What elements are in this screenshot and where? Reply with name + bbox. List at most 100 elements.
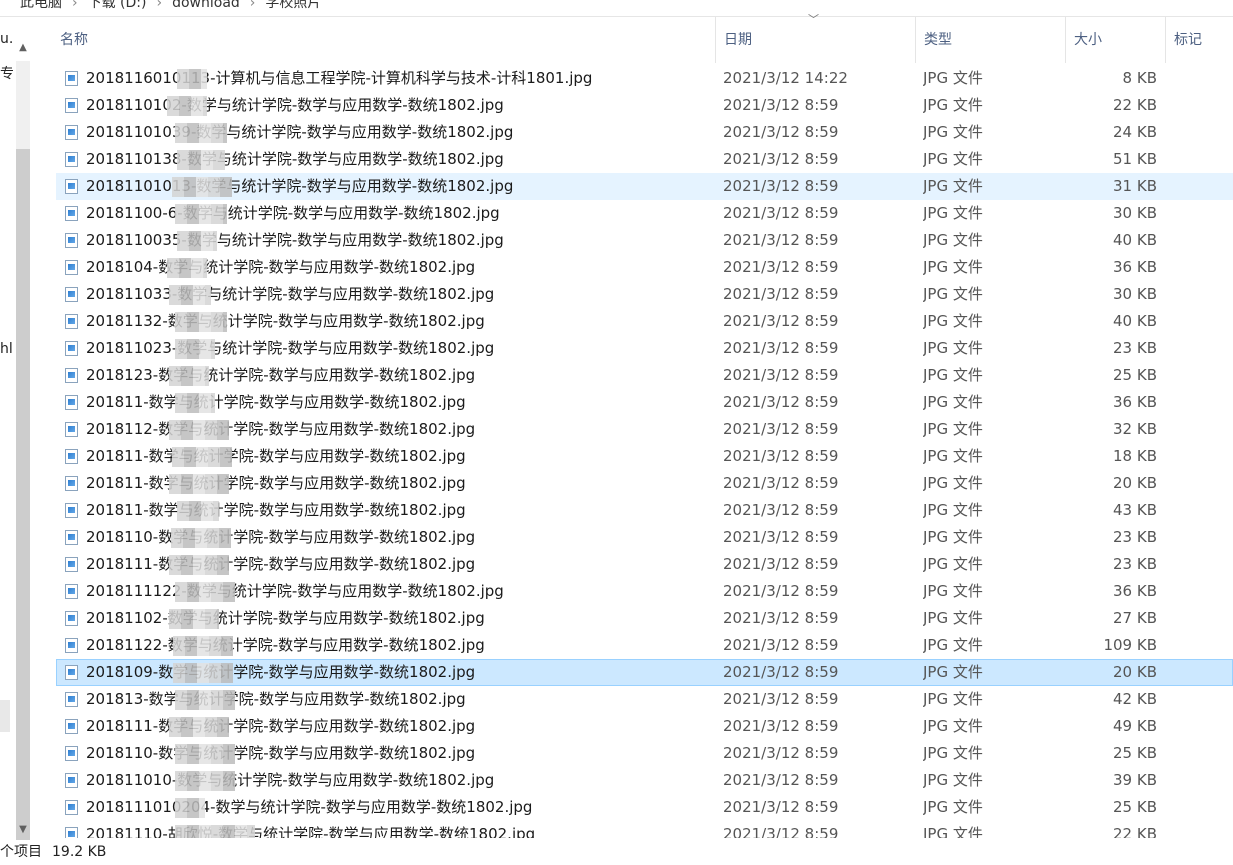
column-header-name[interactable]: 名称 bbox=[52, 17, 716, 63]
breadcrumb-item[interactable]: 下载 (D:) bbox=[88, 0, 147, 11]
image-file-icon bbox=[65, 287, 78, 302]
privacy-mosaic bbox=[177, 69, 207, 89]
image-file-icon bbox=[65, 233, 78, 248]
image-file-icon bbox=[65, 98, 78, 113]
file-type: JPG 文件 bbox=[923, 312, 983, 330]
column-header-type[interactable]: 类型 bbox=[916, 17, 1066, 63]
file-row[interactable]: 2018109-数学与统计学院-数学与应用数学-数统1802.jpg 2021/3… bbox=[56, 659, 1233, 686]
file-row[interactable]: 201811010-数学与统计学院-数学与应用数学-数统1802.jpg 2021… bbox=[56, 767, 1233, 794]
file-date: 2021/3/12 8:59 bbox=[723, 744, 839, 762]
file-row[interactable]: 2018110-数学与统计学院-数学与应用数学-数统1802.jpg 2021/3… bbox=[56, 740, 1233, 767]
file-row[interactable]: 201813-数学与统计学院-数学与应用数学-数统1802.jpg 2021/3/… bbox=[56, 686, 1233, 713]
file-size: 22 KB bbox=[1113, 96, 1157, 114]
file-row[interactable]: 2018110102-数学与统计学院-数学与应用数学-数统1802.jpg 202… bbox=[56, 92, 1233, 119]
file-size: 25 KB bbox=[1113, 366, 1157, 384]
file-row[interactable]: 201811-数学与统计学院-数学与应用数学-数统1802.jpg 2021/3/… bbox=[56, 497, 1233, 524]
file-size: 42 KB bbox=[1113, 690, 1157, 708]
file-date: 2021/3/12 8:59 bbox=[723, 339, 839, 357]
file-row[interactable]: 20181100-6-数学与统计学院-数学与应用数学-数统1802.jpg 202… bbox=[56, 200, 1233, 227]
file-row[interactable]: 2018110-数学与统计学院-数学与应用数学-数统1802.jpg 2021/3… bbox=[56, 524, 1233, 551]
file-row[interactable]: 2018111-数学与统计学院-数学与应用数学-数统1802.jpg 2021/3… bbox=[56, 551, 1233, 578]
file-row[interactable]: 20181101039-数学与统计学院-数学与应用数学-数统1802.jpg 20… bbox=[56, 119, 1233, 146]
file-size: 20 KB bbox=[1113, 663, 1157, 681]
privacy-mosaic bbox=[169, 555, 229, 575]
file-row[interactable]: 20181160101​13-计算机与信息工程学院-计算机科学与技术-计科180… bbox=[56, 65, 1233, 92]
status-bar: 个项目 19.2 KB bbox=[0, 840, 1233, 865]
privacy-mosaic bbox=[169, 420, 229, 440]
file-date: 2021/3/12 8:59 bbox=[723, 366, 839, 384]
navigation-pane[interactable]: u. 专 hl ▲ ▼ bbox=[0, 17, 38, 840]
file-row[interactable]: 2018112-数学与统计学院-数学与应用数学-数统1802.jpg 2021/3… bbox=[56, 416, 1233, 443]
file-row[interactable]: 2018111122-数学与统计学院-数学与应用数学-数统1802.jpg 202… bbox=[56, 578, 1233, 605]
privacy-mosaic bbox=[173, 663, 233, 683]
file-row[interactable]: 2018110035-数学与统计学院-数学与应用数学-数统1802.jpg 202… bbox=[56, 227, 1233, 254]
file-row[interactable]: 2018111-数学与统计学院-数学与应用数学-数统1802.jpg 2021/3… bbox=[56, 713, 1233, 740]
file-date: 2021/3/12 8:59 bbox=[723, 717, 839, 735]
image-file-icon bbox=[65, 395, 78, 410]
privacy-mosaic bbox=[177, 501, 219, 521]
image-file-icon bbox=[65, 584, 78, 599]
file-date: 2021/3/12 8:59 bbox=[723, 474, 839, 492]
file-row[interactable]: 20181132-数学与统计学院-数学与应用数学-数统1802.jpg 2021/… bbox=[56, 308, 1233, 335]
file-date: 2021/3/12 8:59 bbox=[723, 690, 839, 708]
privacy-mosaic bbox=[169, 366, 209, 386]
file-row[interactable]: 201811-数学与统计学院-数学与应用数学-数统1802.jpg 2021/3/… bbox=[56, 443, 1233, 470]
file-type: JPG 文件 bbox=[923, 231, 983, 249]
file-type: JPG 文件 bbox=[923, 798, 983, 816]
file-size: 39 KB bbox=[1113, 771, 1157, 789]
file-size: 30 KB bbox=[1113, 285, 1157, 303]
image-file-icon bbox=[65, 449, 78, 464]
file-date: 2021/3/12 8:59 bbox=[723, 798, 839, 816]
file-date: 2021/3/12 8:59 bbox=[723, 609, 839, 627]
nav-scrollbar[interactable]: ▲ ▼ bbox=[12, 39, 34, 840]
file-row[interactable]: 20181122-数学与统计学院-数学与应用数学-数统1802.jpg 2021/… bbox=[56, 632, 1233, 659]
privacy-mosaic bbox=[175, 123, 227, 143]
file-row[interactable]: 20181101013-数学与统计学院-数学与应用数学-数统1802.jpg 20… bbox=[56, 173, 1233, 200]
image-file-icon bbox=[65, 827, 78, 838]
file-date: 2021/3/12 8:59 bbox=[723, 663, 839, 681]
breadcrumb-item[interactable]: 学校照片 bbox=[265, 0, 321, 11]
file-row[interactable]: 2018123-数学与统计学院-数学与应用数学-数统1802.jpg 2021/3… bbox=[56, 362, 1233, 389]
scroll-up-icon[interactable]: ▲ bbox=[16, 41, 30, 55]
nav-item-fragment[interactable]: hl bbox=[0, 341, 13, 357]
file-row[interactable]: 2018110138-数学与统计学院-数学与应用数学-数统1802.jpg 202… bbox=[56, 146, 1233, 173]
breadcrumb-item[interactable]: 此电脑 bbox=[20, 0, 62, 11]
file-type: JPG 文件 bbox=[923, 609, 983, 627]
breadcrumb-item[interactable]: download bbox=[172, 0, 240, 11]
scroll-down-icon[interactable]: ▼ bbox=[16, 823, 30, 837]
file-type: JPG 文件 bbox=[923, 528, 983, 546]
file-row[interactable]: 201811-数学与统计学院-数学与应用数学-数统1802.jpg 2021/3/… bbox=[56, 470, 1233, 497]
privacy-mosaic bbox=[175, 393, 215, 413]
file-date: 2021/3/12 8:59 bbox=[723, 420, 839, 438]
file-type: JPG 文件 bbox=[923, 555, 983, 573]
file-row[interactable]: 201811033-数学与统计学院-数学与应用数学-数统1802.jpg 2021… bbox=[56, 281, 1233, 308]
image-file-icon bbox=[65, 71, 78, 86]
file-type: JPG 文件 bbox=[923, 582, 983, 600]
file-size: 109 KB bbox=[1103, 636, 1157, 654]
file-type: JPG 文件 bbox=[923, 69, 983, 87]
file-size: 23 KB bbox=[1113, 528, 1157, 546]
file-row[interactable]: 20181102-数学与统计学院-数学与应用数学-数统1802.jpg 2021/… bbox=[56, 605, 1233, 632]
nav-scrollbar-thumb[interactable] bbox=[16, 149, 30, 840]
image-file-icon bbox=[65, 557, 78, 572]
image-file-icon bbox=[65, 719, 78, 734]
file-size: 36 KB bbox=[1113, 582, 1157, 600]
file-size: 25 KB bbox=[1113, 798, 1157, 816]
file-date: 2021/3/12 8:59 bbox=[723, 312, 839, 330]
file-date: 2021/3/12 8:59 bbox=[723, 771, 839, 789]
file-type: JPG 文件 bbox=[923, 690, 983, 708]
file-type: JPG 文件 bbox=[923, 177, 983, 195]
file-row[interactable]: 20181110-胡欣悦-数学与统计学院-数学与应用数学-数统1802.jpg 2… bbox=[56, 821, 1233, 838]
file-list[interactable]: 20181160101​13-计算机与信息工程学院-计算机科学与技术-计科180… bbox=[38, 65, 1233, 838]
file-type: JPG 文件 bbox=[923, 420, 983, 438]
column-header-size[interactable]: 大小 bbox=[1066, 17, 1166, 63]
privacy-mosaic bbox=[167, 96, 207, 116]
column-header-tag[interactable]: 标记 bbox=[1166, 17, 1233, 63]
file-row[interactable]: 201811023-数学与统计学院-数学与应用数学-数统1802.jpg 2021… bbox=[56, 335, 1233, 362]
file-row[interactable]: 2018111010204-数学与统计学院-数学与应用数学-数统1802.jpg… bbox=[56, 794, 1233, 821]
file-row[interactable]: 2018104-数学与统计学院-数学与应用数学-数统1802.jpg 2021/3… bbox=[56, 254, 1233, 281]
file-size: 24 KB bbox=[1113, 123, 1157, 141]
file-row[interactable]: 201811-数学与统计学院-数学与应用数学-数统1802.jpg 2021/3/… bbox=[56, 389, 1233, 416]
file-size: 51 KB bbox=[1113, 150, 1157, 168]
file-type: JPG 文件 bbox=[923, 393, 983, 411]
